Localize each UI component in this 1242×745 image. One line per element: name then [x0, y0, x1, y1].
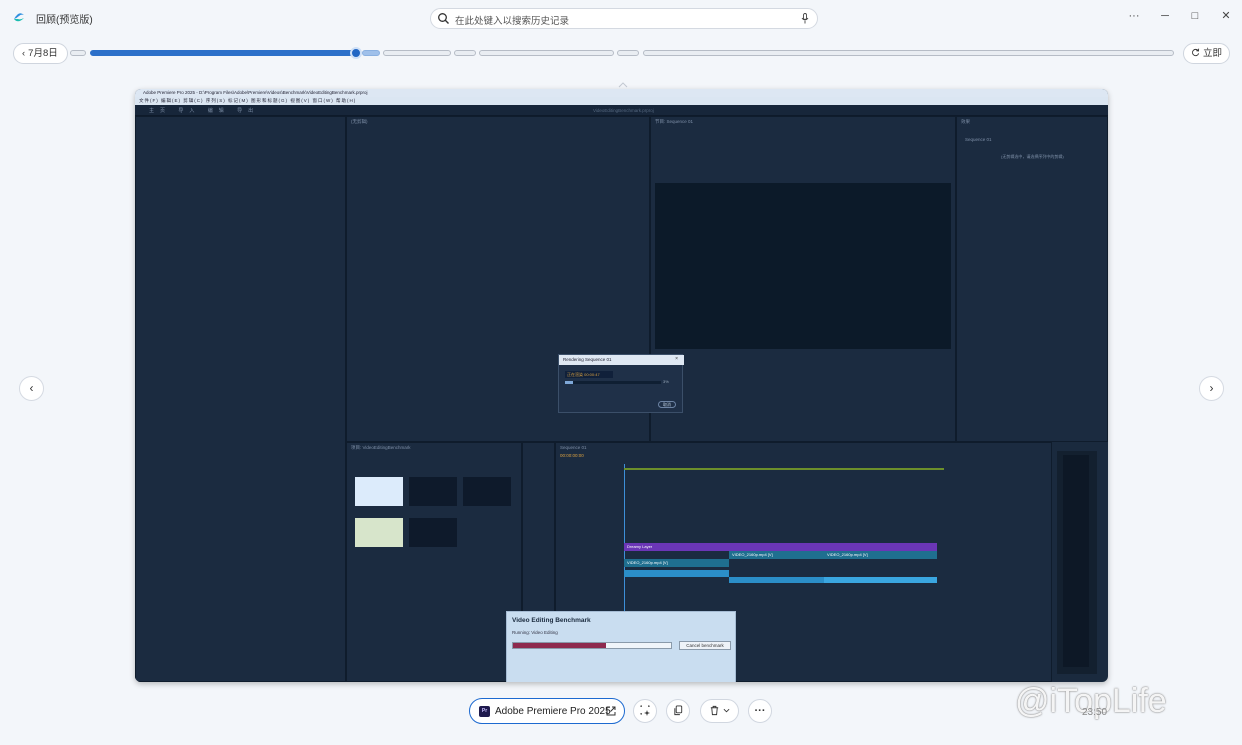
date-label: 7月8日	[28, 48, 58, 59]
render-status: 正在渲染 00:00:47	[565, 371, 613, 378]
timeline-segment[interactable]	[643, 50, 1174, 56]
video-clip[interactable]: VIDEO_2160p.mp4 [V]	[624, 559, 729, 567]
program-video-frame	[655, 183, 951, 349]
now-label: 立即	[1203, 48, 1223, 59]
project-thumbnail	[355, 518, 403, 547]
project-thumbnail	[355, 477, 403, 506]
copy-button[interactable]	[666, 699, 690, 723]
effects-panel: 效果 Sequence 01 (无剪辑选中，请选择序列中的剪辑)	[956, 116, 1108, 442]
benchmark-title: Video Editing Benchmark	[512, 617, 591, 624]
project-thumbnail	[463, 477, 511, 506]
title-clip[interactable]: Dreamy Layer	[624, 543, 937, 551]
search-placeholder: 在此处键入以搜索历史记录	[455, 16, 570, 27]
previous-snapshot-button[interactable]: ‹	[19, 376, 44, 401]
premiere-menu-text: 文件(F) 编辑(E) 剪辑(C) 序列(S) 标记(M) 图形和标题(G) 视…	[139, 98, 357, 103]
timeline-timecode: 00:00:00:00	[560, 453, 584, 458]
external-link-icon	[606, 706, 616, 716]
effects-sequence-label: Sequence 01	[965, 137, 992, 142]
premiere-title-bar: Adobe Premiere Pro 2025 - D:\Program Fil…	[135, 89, 1108, 97]
next-snapshot-button[interactable]: ›	[1199, 376, 1224, 401]
click-to-do-button[interactable]	[633, 699, 657, 723]
project-name: VideoEditingBenchmark.prproj	[593, 108, 654, 113]
title-bar: 回顾(预览版) 在此处键入以搜索历史记录 ··· ─ □ ✕	[0, 0, 1242, 36]
chevron-left-icon: ‹	[22, 48, 26, 59]
premiere-menu-bar: 文件(F) 编辑(E) 剪辑(C) 序列(S) 标记(M) 图形和标题(G) 视…	[135, 97, 1108, 105]
minimize-button[interactable]: ─	[1156, 8, 1174, 24]
maximize-button[interactable]: □	[1186, 8, 1204, 24]
effects-panel-header: 效果	[961, 119, 970, 124]
render-progress-dialog: Rendering Sequence 01 × 正在渲染 00:00:47 3%…	[558, 354, 684, 413]
premiere-title-text: Adobe Premiere Pro 2025 - D:\Program Fil…	[143, 90, 368, 95]
chevron-up-icon[interactable]	[618, 82, 628, 88]
chevron-down-icon	[723, 708, 730, 713]
render-percent: 3%	[663, 379, 669, 384]
timeline-segment[interactable]	[383, 50, 451, 56]
project-thumbnail	[409, 518, 457, 547]
close-button[interactable]: ✕	[1217, 8, 1235, 24]
video-clip[interactable]: VIDEO_2160p.mp4 [V]	[824, 551, 937, 559]
microphone-icon[interactable]	[801, 13, 809, 24]
timeline-segment[interactable]	[617, 50, 639, 56]
timeline-segment[interactable]	[362, 50, 380, 56]
close-icon[interactable]: ×	[675, 356, 678, 362]
sparkle-select-icon	[640, 705, 650, 716]
audio-clip[interactable]	[824, 577, 937, 583]
history-search-input[interactable]: 在此处键入以搜索历史记录	[430, 8, 818, 29]
premiere-pro-icon: Pr	[479, 706, 490, 717]
previous-day-button[interactable]: ‹ 7月8日	[13, 43, 68, 64]
timeline-segment[interactable]	[479, 50, 614, 56]
benchmark-progress-bar	[512, 642, 672, 649]
playhead[interactable]	[624, 464, 625, 614]
timeline-header: Sequence 01	[560, 445, 587, 450]
app-title: 回顾(预览版)	[36, 15, 93, 26]
audio-clip[interactable]	[624, 570, 729, 577]
program-monitor-header: 节目: Sequence 01	[655, 119, 694, 124]
render-cancel-button[interactable]: 取消	[658, 401, 676, 408]
recall-app-icon	[14, 13, 24, 22]
project-thumbnail	[409, 477, 457, 506]
workspace-tabs-text: 主页 导入 编辑 导出	[149, 108, 260, 114]
app-name-label: Adobe Premiere Pro 2025	[495, 706, 611, 717]
more-actions-button[interactable]: ···	[748, 699, 772, 723]
video-clip[interactable]: VIDEO_2160p.mp4 [V]	[729, 551, 824, 559]
effects-note: (无剪辑选中，请选择序列中的剪辑)	[1001, 154, 1064, 159]
timeline-scrubber-handle[interactable]	[350, 47, 362, 59]
render-progress-bar	[565, 381, 661, 384]
timeline-segment[interactable]	[70, 50, 86, 56]
more-options-icon[interactable]: ···	[1125, 8, 1143, 24]
render-bar	[624, 468, 944, 470]
cancel-benchmark-button[interactable]: Cancel benchmark	[679, 641, 731, 650]
delete-menu-button[interactable]	[700, 699, 739, 723]
timeline-segment-active[interactable]	[90, 50, 360, 56]
render-dialog-title: Rendering Sequence 01	[563, 357, 612, 362]
jump-to-now-button[interactable]: 立即	[1183, 43, 1230, 64]
benchmark-dialog: Video Editing Benchmark Running: Video E…	[506, 611, 736, 682]
source-monitor-header: (无剪辑)	[351, 119, 368, 124]
timeline-segment[interactable]	[454, 50, 476, 56]
project-panel-header: 项目: VideoEditingBenchmark	[351, 445, 411, 450]
copy-icon	[673, 705, 682, 716]
refresh-icon	[1192, 48, 1200, 57]
trash-icon	[710, 705, 719, 716]
audio-meter	[1057, 451, 1097, 674]
benchmark-status: Running: Video Editing	[512, 630, 558, 635]
snapshot-image[interactable]: Adobe Premiere Pro 2025 - D:\Program Fil…	[135, 89, 1108, 682]
premiere-workspace-tabs: 主页 导入 编辑 导出 VideoEditingBenchmark.prproj	[135, 105, 1108, 116]
audio-clip[interactable]	[729, 577, 824, 583]
search-icon	[438, 13, 449, 24]
time-label: 23:50	[1082, 707, 1108, 718]
premiere-left-panel	[135, 116, 346, 682]
open-app-button[interactable]: Pr Adobe Premiere Pro 2025	[469, 698, 625, 724]
